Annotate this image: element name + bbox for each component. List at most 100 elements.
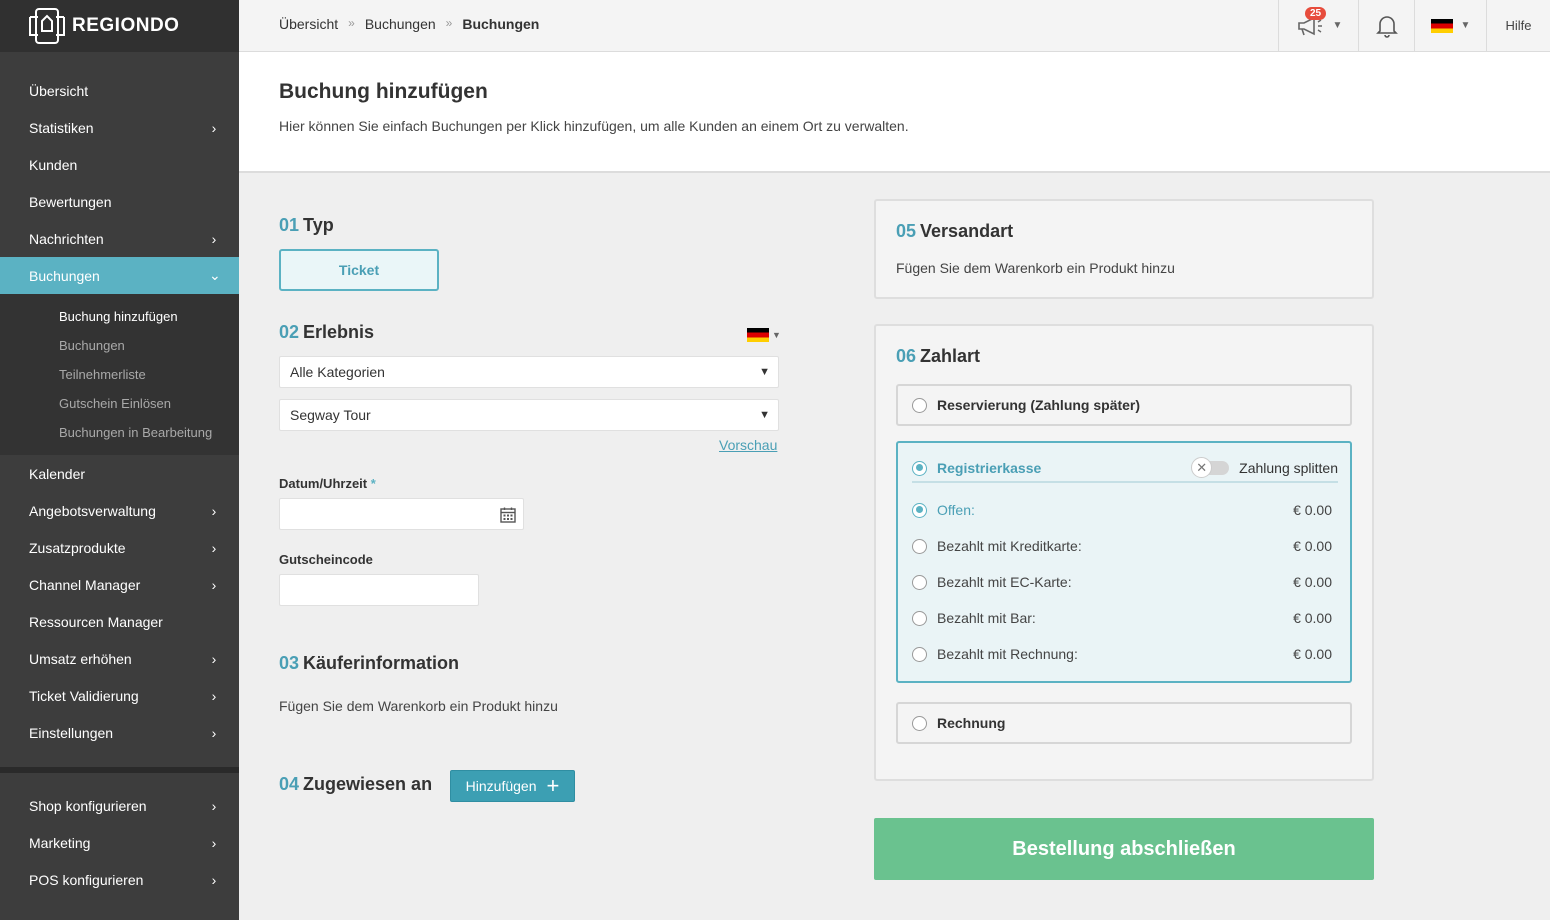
chevron-right-icon: ›: [211, 119, 217, 136]
section-erlebnis-title: 02 Erlebnis: [279, 322, 375, 342]
payment-amount: € 0.00: [1293, 646, 1332, 662]
date-time-input[interactable]: [279, 498, 524, 530]
notifications-button[interactable]: [1358, 0, 1414, 51]
logo[interactable]: REGIONDO: [0, 0, 239, 52]
sidebar-item-pos-konfigurieren[interactable]: POS konfigurieren ›: [0, 861, 239, 898]
sidebar-item-zusatzprodukte[interactable]: Zusatzprodukte ›: [0, 529, 239, 566]
chevron-down-icon: ⌄: [209, 267, 221, 283]
category-select[interactable]: Alle Kategorien ▼: [279, 356, 779, 388]
brand-name: REGIONDO: [72, 15, 180, 36]
subnav-item-teilnehmerliste[interactable]: Teilnehmerliste: [0, 360, 239, 389]
radio-ec-card[interactable]: [912, 574, 927, 590]
sidebar-item-nachrichten[interactable]: Nachrichten ›: [0, 220, 239, 257]
radio-open[interactable]: [912, 502, 927, 518]
sidebar-item-kalender[interactable]: Kalender: [0, 455, 239, 492]
voucher-code-label: Gutscheincode: [279, 552, 373, 567]
assign-add-button[interactable]: Hinzufügen +: [450, 770, 575, 802]
close-icon: ✕: [1191, 457, 1213, 478]
radio-credit-card[interactable]: [912, 538, 927, 554]
payment-amount: € 0.00: [1293, 574, 1332, 590]
language-selector[interactable]: ▼: [1414, 0, 1486, 51]
sidebar-item-statistiken[interactable]: Statistiken ›: [0, 109, 239, 146]
subnav-item-buchungen-in-bearbeitung[interactable]: Buchungen in Bearbeitung: [0, 418, 239, 447]
sidebar-item-kunden[interactable]: Kunden: [0, 146, 239, 183]
radio-invoice[interactable]: [912, 715, 927, 731]
chevron-down-icon: ▼: [759, 366, 770, 378]
german-flag-icon: [747, 328, 769, 342]
radio-invoice-row[interactable]: [912, 646, 927, 662]
payment-amount: € 0.00: [1293, 502, 1332, 518]
calendar-icon[interactable]: [499, 506, 517, 524]
radio-cash[interactable]: [912, 610, 927, 626]
register-title[interactable]: Registrierkasse: [912, 460, 1041, 476]
chevron-right-icon: ›: [211, 650, 217, 667]
breadcrumb-item-current: Buchungen: [462, 16, 540, 32]
breadcrumb-separator: »: [348, 16, 355, 30]
sidebar-item-angebotsverwaltung[interactable]: Angebotsverwaltung ›: [0, 492, 239, 529]
bell-icon: [1375, 15, 1398, 38]
shipping-panel: 05 Versandart Fügen Sie dem Warenkorb ein…: [874, 199, 1374, 299]
payment-option-register[interactable]: Registrierkasse ✕ Zahlung splitten Offen…: [896, 441, 1352, 683]
sidebar-item-uebersicht[interactable]: Übersicht: [0, 72, 239, 109]
sidebar-item-channel-manager[interactable]: Channel Manager ›: [0, 566, 239, 603]
complete-order-button[interactable]: Bestellung abschließen: [874, 818, 1374, 880]
sidebar-item-shop-konfigurieren[interactable]: Shop konfigurieren ›: [0, 787, 239, 824]
voucher-code-input[interactable]: [279, 574, 479, 606]
sidebar-item-marketing[interactable]: Marketing ›: [0, 824, 239, 861]
payment-amount: € 0.00: [1293, 610, 1332, 626]
subnav-item-gutschein-einloesen[interactable]: Gutschein Einlösen: [0, 389, 239, 418]
chevron-right-icon: ›: [211, 230, 217, 247]
notification-count-badge: 25: [1305, 7, 1327, 20]
subnav-item-buchung-hinzufuegen[interactable]: Buchung hinzufügen: [0, 302, 239, 331]
payment-row-ec-card[interactable]: Bezahlt mit EC-Karte: € 0.00: [912, 572, 1332, 592]
sidebar-item-bewertungen[interactable]: Bewertungen: [0, 183, 239, 220]
german-flag-icon: [1430, 18, 1453, 33]
split-payment-toggle[interactable]: ✕: [1191, 457, 1230, 478]
chevron-right-icon: ›: [211, 724, 217, 741]
subnav-item-buchungen[interactable]: Buchungen: [0, 331, 239, 360]
split-payment-label: Zahlung splitten: [1239, 460, 1338, 476]
page-description: Hier können Sie einfach Buchungen per Kl…: [279, 118, 909, 134]
caret-down-icon: ▼: [759, 409, 770, 421]
date-time-label: Datum/Uhrzeit *: [279, 476, 376, 491]
type-ticket-button[interactable]: Ticket: [279, 249, 439, 291]
breadcrumb: Übersicht » Buchungen » Buchungen: [279, 16, 539, 32]
product-language-selector[interactable]: ▼: [747, 328, 781, 342]
payment-row-cash[interactable]: Bezahlt mit Bar: € 0.00: [912, 608, 1332, 628]
sidebar-divider: [0, 767, 239, 773]
payment-option-reservation[interactable]: Reservierung (Zahlung später): [896, 384, 1352, 426]
chevron-down-icon: ▼: [1332, 20, 1343, 31]
sidebar-item-einstellungen[interactable]: Einstellungen ›: [0, 714, 239, 751]
register-header: Registrierkasse ✕ Zahlung splitten: [912, 455, 1338, 483]
chevron-down-icon: ▼: [1460, 20, 1471, 31]
breadcrumb-item-buchungen[interactable]: Buchungen: [365, 16, 436, 32]
chevron-right-icon: ›: [211, 502, 217, 519]
payment-amount: € 0.00: [1293, 538, 1332, 554]
announcements-button[interactable]: 25 ▼: [1278, 0, 1358, 51]
page-header: Buchung hinzufügen Hier können Sie einfa…: [239, 52, 1550, 173]
payment-row-invoice[interactable]: Bezahlt mit Rechnung: € 0.00: [912, 644, 1332, 664]
sidebar-item-umsatz-erhoehen[interactable]: Umsatz erhöhen ›: [0, 640, 239, 677]
sidebar-item-buchungen[interactable]: Buchungen ⌄: [0, 257, 239, 294]
chevron-right-icon: ›: [211, 687, 217, 704]
breadcrumb-item-uebersicht[interactable]: Übersicht: [279, 16, 338, 32]
split-payment-toggle-group: ✕ Zahlung splitten: [1191, 457, 1338, 478]
radio-reservation[interactable]: [912, 397, 927, 413]
sidebar-item-ressourcen-manager[interactable]: Ressourcen Manager: [0, 603, 239, 640]
payment-option-invoice[interactable]: Rechnung: [896, 702, 1352, 744]
shipping-hint: Fügen Sie dem Warenkorb ein Produkt hinz…: [896, 260, 1175, 276]
breadcrumb-separator: »: [445, 16, 453, 30]
payment-row-credit-card[interactable]: Bezahlt mit Kreditkarte: € 0.00: [912, 536, 1332, 556]
radio-register[interactable]: [912, 460, 927, 476]
page-title: Buchung hinzufügen: [279, 80, 488, 103]
help-link[interactable]: Hilfe: [1486, 0, 1550, 51]
sidebar-item-ticket-validierung[interactable]: Ticket Validierung ›: [0, 677, 239, 714]
preview-link[interactable]: Vorschau: [719, 437, 777, 453]
payment-row-open[interactable]: Offen: € 0.00: [912, 500, 1332, 520]
section-zahlart-title: 06 Zahlart: [896, 346, 981, 366]
section-zugewiesen-title: 04 Zugewiesen an: [279, 774, 433, 794]
chevron-right-icon: ›: [211, 834, 217, 851]
buyer-info-hint: Fügen Sie dem Warenkorb ein Produkt hinz…: [279, 698, 558, 714]
product-select[interactable]: Segway Tour ▼: [279, 399, 779, 431]
chevron-right-icon: ›: [211, 576, 217, 593]
